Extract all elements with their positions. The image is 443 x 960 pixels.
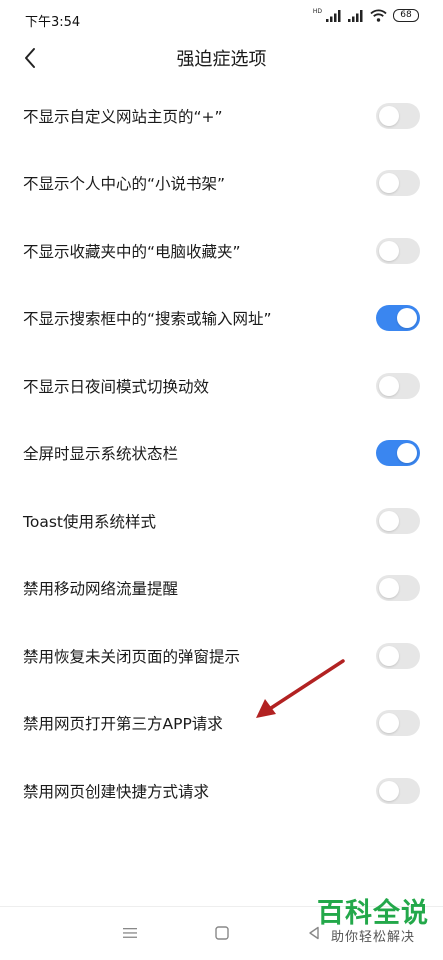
setting-toggle[interactable]: [376, 372, 420, 399]
setting-row: 全屏时显示系统状态栏: [0, 420, 443, 488]
signal-icon: [326, 9, 341, 22]
setting-label: 禁用网页打开第三方APP请求: [23, 715, 223, 734]
toggle-knob: [379, 780, 399, 801]
setting-label: 不显示搜索框中的“搜索或输入网址”: [23, 310, 272, 329]
toggle-knob: [379, 713, 399, 734]
home-button[interactable]: [210, 921, 234, 945]
watermark-logo: 百科全说 助你轻松解决: [317, 898, 429, 946]
toggle-knob: [379, 105, 399, 126]
setting-row: Toast使用系统样式: [0, 487, 443, 555]
toggle-knob: [379, 240, 399, 261]
setting-label: 禁用网页创建快捷方式请求: [23, 782, 210, 801]
hd-label: HD: [312, 8, 322, 15]
setting-toggle[interactable]: [376, 170, 420, 197]
watermark-title: 百科全说: [317, 898, 429, 929]
status-bar: 下午3:54 HD 68: [0, 0, 443, 38]
toggle-knob: [379, 578, 399, 599]
status-icons: HD 68: [313, 9, 419, 22]
setting-row: 不显示搜索框中的“搜索或输入网址”: [0, 285, 443, 353]
setting-toggle[interactable]: [376, 305, 420, 332]
setting-label: 不显示日夜间模式切换动效: [23, 377, 210, 396]
setting-row: 禁用网页创建快捷方式请求: [0, 757, 443, 825]
setting-row: 不显示收藏夹中的“电脑收藏夹”: [0, 217, 443, 285]
toggle-knob: [379, 510, 399, 531]
wifi-icon: [370, 9, 387, 22]
setting-row: 不显示个人中心的“小说书架”: [0, 150, 443, 218]
battery-icon: 68: [393, 9, 419, 22]
toggle-knob: [397, 443, 417, 464]
setting-label: Toast使用系统样式: [23, 512, 156, 531]
setting-row: 不显示日夜间模式切换动效: [0, 352, 443, 420]
toggle-knob: [397, 308, 417, 329]
setting-label: 不显示自定义网站主页的“+”: [23, 107, 223, 126]
square-icon: [215, 926, 229, 940]
menu-icon: [123, 928, 137, 938]
setting-toggle[interactable]: [376, 575, 420, 602]
header: 强迫症选项: [0, 38, 443, 78]
setting-toggle[interactable]: [376, 710, 420, 737]
setting-row: 禁用移动网络流量提醒: [0, 555, 443, 623]
setting-toggle[interactable]: [376, 237, 420, 264]
setting-toggle[interactable]: [376, 777, 420, 804]
status-time: 下午3:54: [25, 15, 81, 30]
setting-toggle[interactable]: [376, 440, 420, 467]
setting-toggle[interactable]: [376, 642, 420, 669]
toggle-knob: [379, 173, 399, 194]
setting-label: 全屏时显示系统状态栏: [23, 445, 179, 464]
page-title: 强迫症选项: [176, 49, 267, 70]
setting-label: 不显示收藏夹中的“电脑收藏夹”: [23, 242, 241, 261]
setting-label: 禁用移动网络流量提醒: [23, 580, 179, 599]
settings-list: 不显示自定义网站主页的“+” 不显示个人中心的“小说书架” 不显示收藏夹中的“电…: [0, 82, 443, 825]
setting-row: 禁用网页打开第三方APP请求: [0, 690, 443, 758]
toggle-knob: [379, 375, 399, 396]
setting-toggle[interactable]: [376, 102, 420, 129]
toggle-knob: [379, 645, 399, 666]
setting-row: 禁用恢复未关闭页面的弹窗提示: [0, 622, 443, 690]
setting-row: 不显示自定义网站主页的“+”: [0, 82, 443, 150]
watermark-subtitle: 助你轻松解决: [330, 930, 415, 945]
setting-toggle[interactable]: [376, 507, 420, 534]
setting-label: 禁用恢复未关闭页面的弹窗提示: [23, 647, 241, 666]
recent-apps-button[interactable]: [118, 921, 142, 945]
signal-icon-secondary: [348, 9, 363, 22]
setting-label: 不显示个人中心的“小说书架”: [23, 175, 226, 194]
